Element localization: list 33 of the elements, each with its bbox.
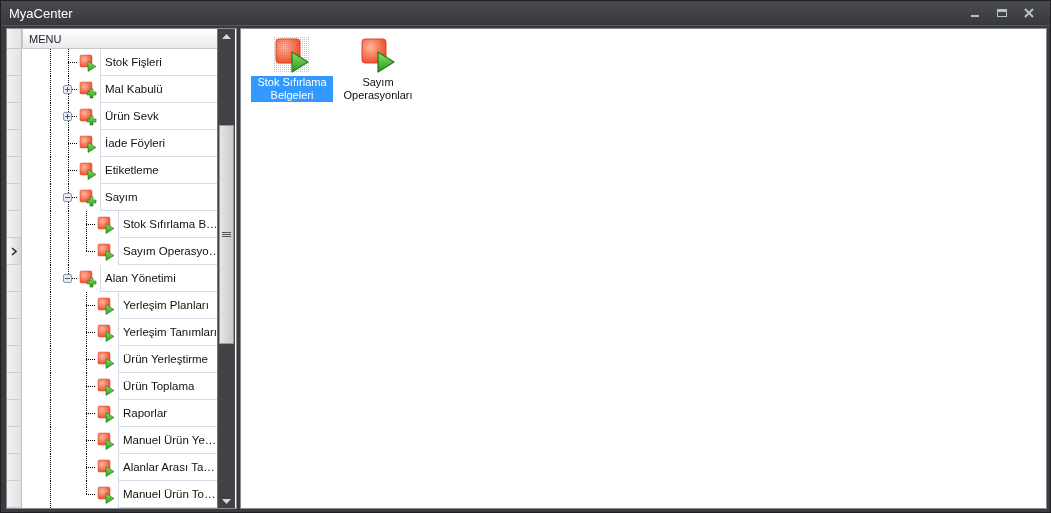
document-play-icon [97, 377, 115, 396]
document-play-icon [79, 134, 97, 153]
shortcut-item[interactable]: Sayım Operasyonları [337, 76, 419, 102]
grip-icon [222, 231, 231, 238]
document-play-icon [97, 242, 115, 261]
document-play-icon [97, 458, 115, 477]
chevron-icon [11, 246, 17, 256]
document-play-icon [97, 404, 115, 423]
document-play-icon [79, 53, 97, 72]
document-play-icon [97, 431, 115, 450]
column-header[interactable]: MENU [22, 29, 217, 48]
maximize-icon[interactable] [995, 7, 1009, 19]
document-play-icon [97, 485, 115, 504]
document-play-icon [360, 37, 396, 73]
window-title: MyaCenter [9, 5, 73, 21]
expand-icon[interactable] [63, 112, 72, 121]
row-indicator[interactable] [7, 238, 22, 265]
folder-plus-icon [79, 269, 97, 288]
folder-plus-icon [79, 80, 97, 99]
collapse-icon[interactable] [63, 193, 72, 202]
collapse-icon[interactable] [63, 274, 72, 283]
document-play-icon [79, 161, 97, 180]
document-play-icon [97, 323, 115, 342]
expand-icon[interactable] [63, 85, 72, 94]
document-play-icon [97, 215, 115, 234]
scroll-thumb[interactable] [219, 125, 234, 344]
document-play-icon [274, 37, 310, 73]
folder-plus-icon [79, 107, 97, 126]
folder-plus-icon [79, 188, 97, 207]
close-icon[interactable] [1022, 7, 1036, 19]
scrollbar[interactable] [217, 29, 235, 508]
document-play-icon [97, 296, 115, 315]
document-play-icon [97, 350, 115, 369]
